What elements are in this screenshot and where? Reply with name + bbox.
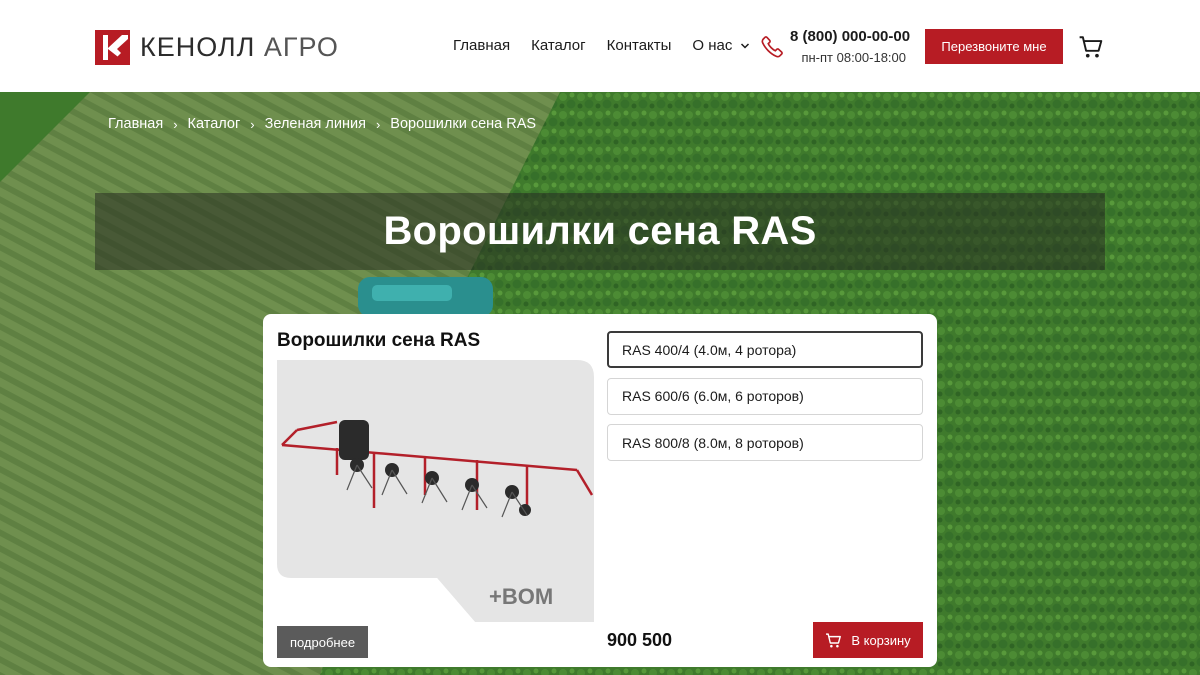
product-image[interactable]	[277, 360, 594, 622]
phone-number[interactable]: 8 (800) 000-00-00	[790, 28, 910, 45]
product-price: 900 500	[607, 630, 675, 651]
site-header: КЕНОЛЛ АГРО Главная Каталог Контакты О н…	[0, 0, 1200, 92]
title-band: Ворошилки сена RAS	[95, 193, 1105, 270]
breadcrumb-separator-icon: ›	[375, 116, 381, 132]
phone-block: 8 (800) 000-00-00 пн-пт 08:00-18:00	[790, 28, 910, 65]
nav-home[interactable]: Главная	[453, 37, 510, 54]
variant-list: RAS 400/4 (4.0м, 4 ротора) RAS 600/6 (6.…	[607, 331, 923, 471]
product-card: Ворошилки сена RAS +BOM подробнее RAS 40…	[263, 314, 937, 667]
logo[interactable]: КЕНОЛЛ АГРО	[95, 29, 339, 65]
hero-section: Главная › Каталог › Зеленая линия › Воро…	[0, 92, 1200, 675]
breadcrumb: Главная › Каталог › Зеленая линия › Воро…	[108, 116, 536, 132]
chevron-down-icon	[741, 42, 750, 49]
variant-option[interactable]: RAS 800/8 (8.0м, 8 роторов)	[607, 424, 923, 461]
variant-option[interactable]: RAS 600/6 (6.0м, 6 роторов)	[607, 377, 923, 415]
price-value: 900 500	[607, 630, 673, 650]
details-button[interactable]: подробнее	[277, 626, 368, 658]
main-nav: Главная Каталог Контакты О нас	[453, 37, 771, 54]
logo-mark-icon	[95, 29, 130, 65]
page-title: Ворошилки сена RAS	[383, 209, 817, 253]
nav-catalog[interactable]: Каталог	[531, 37, 586, 54]
breadcrumb-separator-icon: ›	[173, 116, 178, 132]
product-title: Ворошилки сена RAS	[277, 330, 481, 351]
cart-icon[interactable]	[1078, 34, 1104, 60]
nav-contacts[interactable]: Контакты	[607, 37, 672, 54]
callback-button[interactable]: Перезвоните мне	[925, 29, 1063, 64]
add-to-cart-button[interactable]: В корзину	[813, 622, 923, 658]
nav-about[interactable]: О нас	[692, 37, 750, 54]
breadcrumb-separator-icon: ›	[250, 116, 255, 132]
cart-icon	[826, 632, 842, 647]
breadcrumb-green-line[interactable]: Зеленая линия	[265, 116, 366, 132]
breadcrumb-catalog[interactable]: Каталог	[188, 116, 241, 132]
nav-about-label: О нас	[692, 37, 733, 54]
variant-option[interactable]: RAS 400/4 (4.0м, 4 ротора)	[607, 331, 923, 368]
phone-hours: пн-пт 08:00-18:00	[801, 50, 906, 65]
logo-text: КЕНОЛЛ АГРО	[140, 31, 339, 62]
breadcrumb-home[interactable]: Главная	[108, 116, 163, 132]
breadcrumb-current: Ворошилки сена RAS	[390, 116, 537, 132]
phone-icon	[761, 36, 783, 58]
image-watermark: +BOM	[489, 584, 554, 609]
add-to-cart-label: В корзину	[851, 632, 911, 648]
